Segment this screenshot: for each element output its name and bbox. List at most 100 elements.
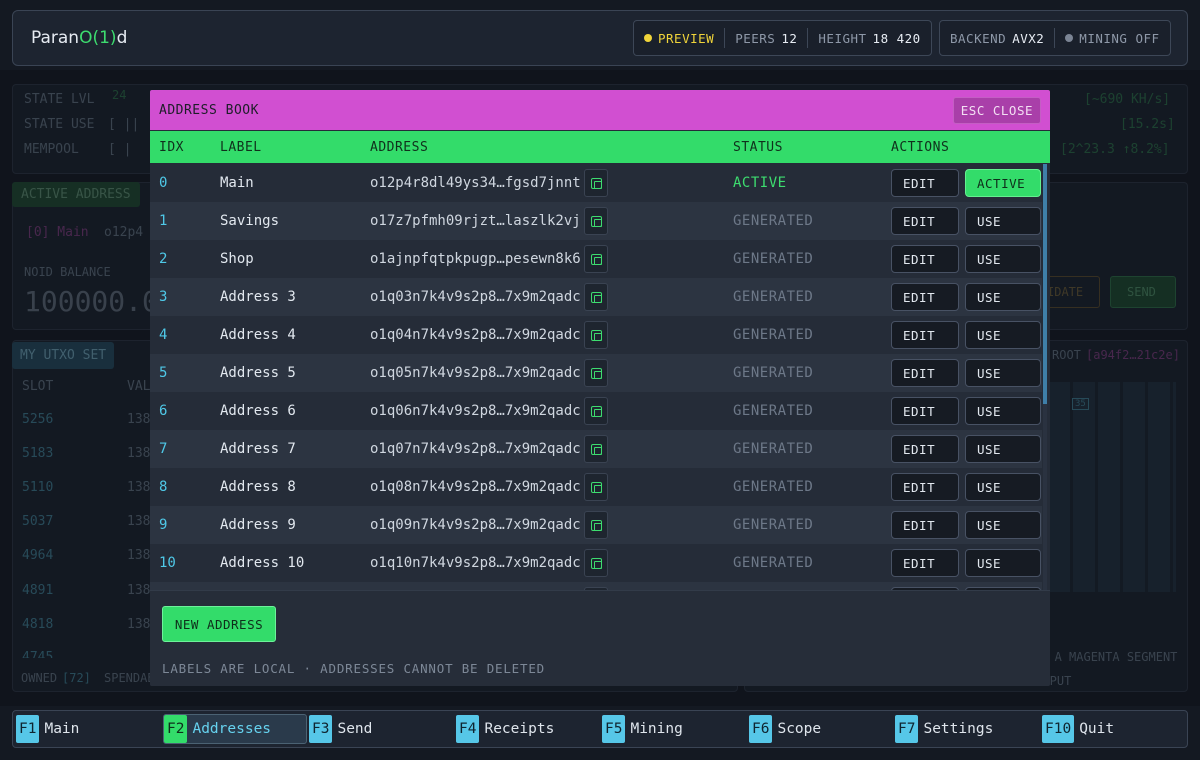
- fkey-key: F1: [16, 715, 40, 743]
- use-button[interactable]: USE: [965, 511, 1041, 539]
- row-label: Address 8: [220, 479, 296, 495]
- row-status: GENERATED: [733, 479, 814, 495]
- copy-button[interactable]: [584, 207, 608, 235]
- copy-icon: [590, 481, 602, 493]
- use-button[interactable]: USE: [965, 473, 1041, 501]
- table-scroll-thumb[interactable]: [1043, 164, 1047, 404]
- row-idx: 9: [159, 517, 168, 533]
- fkey-mining[interactable]: F5 Mining: [602, 714, 683, 744]
- copy-icon: [590, 367, 602, 379]
- fkey-addresses[interactable]: F2 Addresses: [163, 714, 308, 744]
- edit-button[interactable]: EDIT: [891, 245, 959, 273]
- row-address: o1q06n7k4v9s2p8…7x9m2qadc: [370, 403, 581, 419]
- copy-icon: [590, 443, 602, 455]
- table-row: 3 Address 3 o1q03n7k4v9s2p8…7x9m2qadc GENER…: [150, 278, 1042, 316]
- use-button[interactable]: USE: [965, 397, 1041, 425]
- use-button[interactable]: USE: [965, 245, 1041, 273]
- copy-icon: [590, 405, 602, 417]
- mining-seg: MINING OFF: [1054, 28, 1169, 48]
- address-table-body: 0 Main o12p4r8dl49ys34…fgsd7jnnt ACTIVE EDIT…: [150, 164, 1042, 590]
- row-idx: 6: [159, 403, 168, 419]
- table-row: 8 Address 8 o1q08n7k4v9s2p8…7x9m2qadc GENER…: [150, 468, 1042, 506]
- table-row: 5 Address 5 o1q05n7k4v9s2p8…7x9m2qadc GENER…: [150, 354, 1042, 392]
- fkey-send[interactable]: F3 Send: [309, 714, 372, 744]
- col-status: STATUS: [733, 139, 783, 155]
- edit-button[interactable]: EDIT: [891, 549, 959, 577]
- network-status: PREVIEW PEERS 12 HEIGHT 18 420: [633, 20, 932, 56]
- copy-button[interactable]: [584, 283, 608, 311]
- copy-icon: [590, 329, 602, 341]
- height-value: 18 420: [872, 30, 921, 46]
- edit-button[interactable]: EDIT: [891, 397, 959, 425]
- copy-button[interactable]: [584, 511, 608, 539]
- fkey-label: Main: [44, 721, 80, 737]
- edit-button[interactable]: EDIT: [891, 321, 959, 349]
- fkey-quit[interactable]: F10 Quit: [1042, 714, 1114, 744]
- copy-button[interactable]: [584, 549, 608, 577]
- brand-pre: Paran: [31, 28, 80, 48]
- edit-button[interactable]: EDIT: [891, 473, 959, 501]
- brand-post: d: [116, 28, 128, 48]
- preview-status: PREVIEW: [634, 28, 724, 48]
- copy-button[interactable]: [584, 359, 608, 387]
- use-button[interactable]: USE: [965, 435, 1041, 463]
- row-status: GENERATED: [733, 403, 814, 419]
- row-status: GENERATED: [733, 213, 814, 229]
- edit-button[interactable]: EDIT: [891, 511, 959, 539]
- row-status: GENERATED: [733, 555, 814, 571]
- use-button[interactable]: USE: [965, 321, 1041, 349]
- copy-icon: [590, 291, 602, 303]
- row-idx: 8: [159, 479, 168, 495]
- app-brand: ParanO(1)d: [31, 28, 127, 48]
- copy-button[interactable]: [584, 397, 608, 425]
- row-idx: 3: [159, 289, 168, 305]
- table-row: 1 Savings o17z7pfmh09rjzt…laszlk2vj GENERAT…: [150, 202, 1042, 240]
- new-address-button[interactable]: NEW ADDRESS: [162, 606, 276, 642]
- row-label: Address 5: [220, 365, 296, 381]
- table-row: 4 Address 4 o1q04n7k4v9s2p8…7x9m2qadc GENER…: [150, 316, 1042, 354]
- use-button[interactable]: USE: [965, 207, 1041, 235]
- edit-button[interactable]: EDIT: [891, 169, 959, 197]
- edit-button[interactable]: EDIT: [891, 207, 959, 235]
- backend-label: BACKEND: [950, 30, 1007, 46]
- fkey-scope[interactable]: F6 Scope: [749, 714, 821, 744]
- preview-dot-icon: [644, 34, 652, 42]
- use-button[interactable]: USE: [965, 359, 1041, 387]
- table-row: 7 Address 7 o1q07n7k4v9s2p8…7x9m2qadc GENER…: [150, 430, 1042, 468]
- use-button[interactable]: USE: [965, 549, 1041, 577]
- fkey-key: F4: [456, 715, 480, 743]
- edit-button[interactable]: EDIT: [891, 283, 959, 311]
- row-address: o1q09n7k4v9s2p8…7x9m2qadc: [370, 517, 581, 533]
- edit-button[interactable]: EDIT: [891, 359, 959, 387]
- row-address: o12p4r8dl49ys34…fgsd7jnnt: [370, 175, 581, 191]
- copy-icon: [590, 177, 602, 189]
- row-status: GENERATED: [733, 365, 814, 381]
- fkey-main[interactable]: F1 Main: [16, 714, 79, 744]
- use-button[interactable]: USE: [965, 283, 1041, 311]
- active-button[interactable]: ACTIVE: [965, 169, 1041, 197]
- table-scrollbar[interactable]: [1043, 164, 1047, 590]
- table-row: 10 Address 10 o1q10n7k4v9s2p8…7x9m2qadc GEN…: [150, 544, 1042, 582]
- brand-o1: O(1): [79, 28, 117, 48]
- close-button[interactable]: ESC CLOSE: [952, 96, 1041, 124]
- copy-button[interactable]: [584, 169, 608, 197]
- row-label: Savings: [220, 213, 280, 229]
- edit-button[interactable]: EDIT: [891, 435, 959, 463]
- row-address: o17z7pfmh09rjzt…laszlk2vj: [370, 213, 581, 229]
- row-address: o1q05n7k4v9s2p8…7x9m2qadc: [370, 365, 581, 381]
- copy-button[interactable]: [584, 435, 608, 463]
- table-row-partial: [150, 582, 1042, 590]
- fkey-settings[interactable]: F7 Settings: [895, 714, 993, 744]
- row-status: GENERATED: [733, 441, 814, 457]
- copy-button[interactable]: [584, 245, 608, 273]
- fkey-receipts[interactable]: F4 Receipts: [456, 714, 554, 744]
- row-label: Shop: [220, 251, 254, 267]
- fkey-key: F10: [1042, 715, 1075, 743]
- fkey-label: Settings: [923, 721, 994, 737]
- row-idx: 10: [159, 555, 176, 571]
- copy-button[interactable]: [584, 473, 608, 501]
- peers-label: PEERS: [735, 30, 776, 46]
- row-address: o1q08n7k4v9s2p8…7x9m2qadc: [370, 479, 581, 495]
- col-actions: ACTIONS: [891, 139, 950, 155]
- copy-button[interactable]: [584, 321, 608, 349]
